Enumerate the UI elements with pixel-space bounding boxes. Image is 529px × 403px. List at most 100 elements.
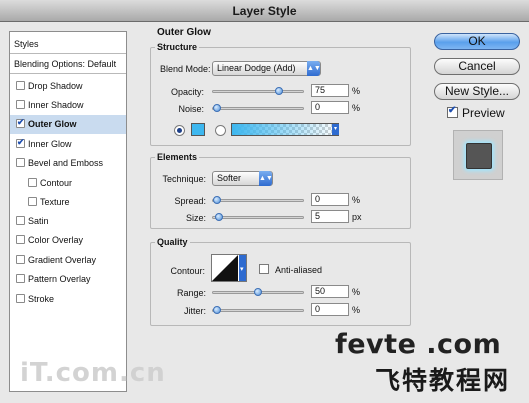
style-item-checkbox[interactable] (16, 81, 25, 90)
style-item-checkbox[interactable] (16, 235, 25, 244)
style-item[interactable]: Pattern Overlay (10, 270, 126, 289)
style-item-checkbox[interactable] (16, 294, 25, 303)
opacity-label: Opacity: (170, 87, 204, 97)
structure-title: Structure (155, 42, 200, 52)
opacity-slider[interactable] (212, 87, 304, 95)
size-slider-knob[interactable] (214, 213, 223, 221)
title-bar: Layer Style (0, 0, 529, 22)
preview-checkbox[interactable] (447, 105, 458, 118)
jitter-label: Jitter: (183, 306, 206, 316)
window-title: Layer Style (232, 4, 297, 18)
jitter-slider[interactable] (212, 306, 304, 314)
style-item-checkbox[interactable] (16, 158, 25, 167)
noise-slider-knob[interactable] (213, 104, 221, 112)
style-item[interactable]: Styles (10, 35, 126, 54)
cancel-button[interactable]: Cancel (434, 58, 520, 75)
style-item-label: Blending Options: Default (14, 59, 117, 69)
styles-list: Styles Blending Options: Default Drop Shad… (9, 31, 127, 392)
style-item[interactable]: Bevel and Emboss (10, 154, 126, 173)
blend-mode-label: Blend Mode: (160, 64, 211, 74)
opacity-unit: % (352, 86, 361, 96)
style-item[interactable]: Texture (10, 193, 126, 212)
new-style-button[interactable]: New Style... (434, 83, 520, 100)
style-item-checkbox[interactable] (28, 197, 37, 206)
opacity-field[interactable]: 75 (311, 84, 349, 97)
preview-thumbnail (466, 143, 492, 169)
chevron-down-icon: ▲▼ (259, 171, 273, 186)
style-item-label: Pattern Overlay (28, 274, 91, 284)
chevron-down-icon: ▲▼ (307, 61, 321, 76)
style-item[interactable]: Gradient Overlay (10, 251, 126, 270)
anti-aliased-checkbox[interactable] (259, 264, 269, 274)
style-item[interactable]: Satin (10, 212, 126, 231)
style-item[interactable]: Outer Glow (10, 115, 126, 134)
style-item-label: Inner Glow (28, 139, 72, 149)
style-item-label: Texture (40, 197, 70, 207)
style-item-label: Satin (28, 216, 49, 226)
style-preview (453, 130, 503, 180)
contour-curve-icon: ▾ (212, 255, 246, 281)
svg-text:▾: ▾ (240, 265, 244, 273)
gradient-radio[interactable] (215, 125, 226, 136)
size-unit: px (352, 212, 362, 222)
style-item-checkbox[interactable] (28, 178, 37, 187)
style-item-label: Gradient Overlay (28, 255, 97, 265)
noise-slider[interactable] (212, 104, 304, 112)
style-item-checkbox[interactable] (16, 255, 25, 264)
style-item-label: Drop Shadow (28, 81, 83, 91)
spread-slider[interactable] (212, 196, 304, 204)
spread-field[interactable]: 0 (311, 193, 349, 206)
solid-color-radio[interactable] (174, 125, 185, 136)
style-item-label: Outer Glow (28, 119, 77, 129)
style-item-checkbox[interactable] (16, 117, 25, 128)
watermark-left: iT.com.cn (20, 358, 166, 388)
range-label: Range: (176, 288, 206, 298)
elements-title: Elements (155, 152, 200, 162)
spread-label: Spread: (174, 196, 206, 206)
noise-field[interactable]: 0 (311, 101, 349, 114)
style-item-label: Stroke (28, 294, 55, 304)
range-slider[interactable] (212, 288, 304, 296)
glow-color-swatch[interactable] (191, 123, 205, 136)
blend-mode-select[interactable]: Linear Dodge (Add) ▲▼ (212, 61, 321, 76)
quality-title: Quality (155, 237, 190, 247)
jitter-unit: % (352, 305, 361, 315)
spread-unit: % (352, 195, 361, 205)
style-item-label: Contour (40, 178, 73, 188)
style-item[interactable]: Inner Glow (10, 135, 126, 154)
style-item[interactable]: Contour (10, 174, 126, 193)
style-item[interactable]: Blending Options: Default (10, 55, 126, 74)
watermark-site: fevte .com (335, 329, 502, 360)
style-item-label: Color Overlay (28, 235, 84, 245)
watermark-chinese: 飞特教程网 (375, 366, 511, 395)
opacity-slider-knob[interactable] (274, 87, 283, 95)
technique-select[interactable]: Softer ▲▼ (212, 171, 273, 186)
style-item-checkbox[interactable] (16, 100, 25, 109)
size-slider[interactable] (212, 213, 304, 221)
style-item[interactable]: Drop Shadow (10, 77, 126, 96)
style-item-checkbox[interactable] (16, 274, 25, 283)
range-field[interactable]: 50 (311, 285, 349, 298)
style-item[interactable]: Stroke (10, 290, 126, 309)
jitter-slider-knob[interactable] (213, 306, 221, 314)
jitter-field[interactable]: 0 (311, 303, 349, 316)
size-label: Size: (185, 213, 206, 223)
style-item[interactable]: Inner Shadow (10, 96, 126, 115)
size-field[interactable]: 5 (311, 210, 349, 223)
noise-unit: % (352, 103, 361, 113)
anti-aliased-label: Anti-aliased (275, 265, 323, 275)
range-slider-knob[interactable] (254, 288, 262, 296)
style-item[interactable]: Color Overlay (10, 231, 126, 250)
style-item-checkbox[interactable] (16, 216, 25, 225)
range-unit: % (352, 287, 361, 297)
style-item-checkbox[interactable] (16, 137, 25, 148)
technique-value: Softer (217, 173, 242, 183)
panel-title: Outer Glow (155, 27, 213, 38)
contour-picker[interactable]: ▾ (211, 254, 247, 282)
ok-button[interactable]: OK (434, 33, 520, 50)
style-item-label: Inner Shadow (28, 100, 84, 110)
glow-gradient-picker[interactable]: ▾ (231, 123, 339, 136)
noise-label: Noise: (178, 104, 204, 114)
style-item-label: Styles (14, 39, 39, 49)
spread-slider-knob[interactable] (213, 196, 221, 204)
